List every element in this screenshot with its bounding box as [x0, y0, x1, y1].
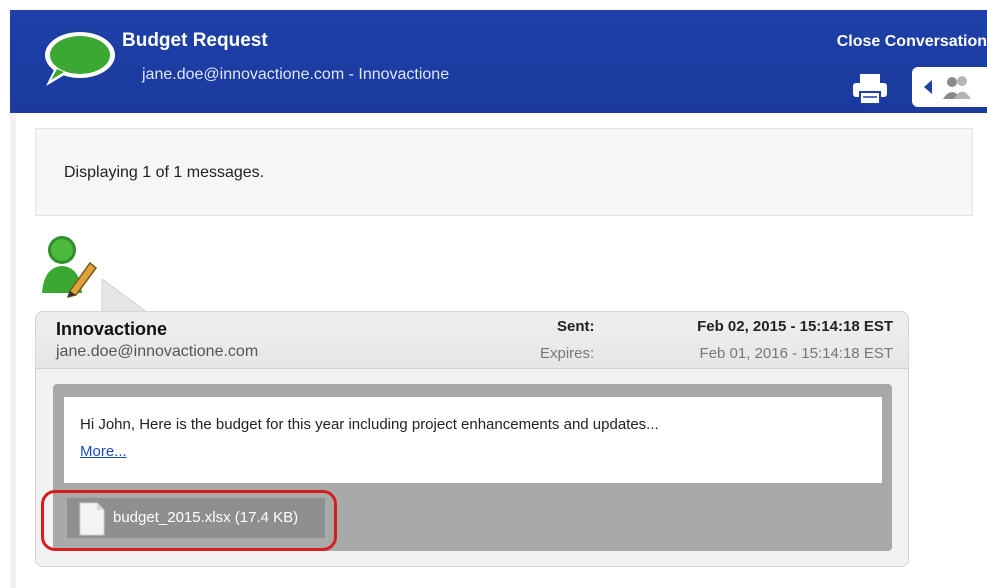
expires-label: Expires:	[540, 345, 595, 362]
message-count-bar: Displaying 1 of 1 messages.	[35, 128, 973, 216]
sent-date: Feb 02, 2015 - 15:14:18 EST	[697, 318, 893, 335]
sender-email: jane.doe@innovactione.com	[56, 343, 259, 360]
message-body: Hi John, Here is the budget for this yea…	[64, 397, 882, 483]
printer-icon[interactable]	[850, 72, 890, 106]
user-edit-icon	[42, 236, 98, 299]
sent-label: Sent:	[557, 318, 595, 335]
chat-bubble-icon	[45, 32, 115, 86]
speech-pointer	[101, 279, 150, 314]
attachment-highlight	[41, 490, 337, 551]
conversation-subtitle: jane.doe@innovactione.com - Innovactione	[142, 66, 450, 83]
message-card-header: Innovactione jane.doe@innovactione.com S…	[36, 312, 908, 369]
more-link[interactable]: More...	[80, 443, 127, 460]
expires-date: Feb 01, 2016 - 15:14:18 EST	[699, 345, 893, 362]
sender-name: Innovactione	[56, 319, 168, 339]
participants-button[interactable]	[912, 67, 987, 107]
left-border-strip	[10, 113, 16, 588]
back-arrow-icon	[924, 80, 932, 94]
message-count-text: Displaying 1 of 1 messages.	[64, 164, 265, 181]
message-text: Hi John, Here is the budget for this yea…	[80, 416, 659, 433]
conversation-header: Budget Request jane.doe@innovactione.com…	[10, 10, 987, 113]
conversation-title: Budget Request	[122, 30, 268, 51]
close-conversation-link[interactable]: Close Conversation	[837, 33, 987, 51]
people-icon	[943, 76, 971, 99]
